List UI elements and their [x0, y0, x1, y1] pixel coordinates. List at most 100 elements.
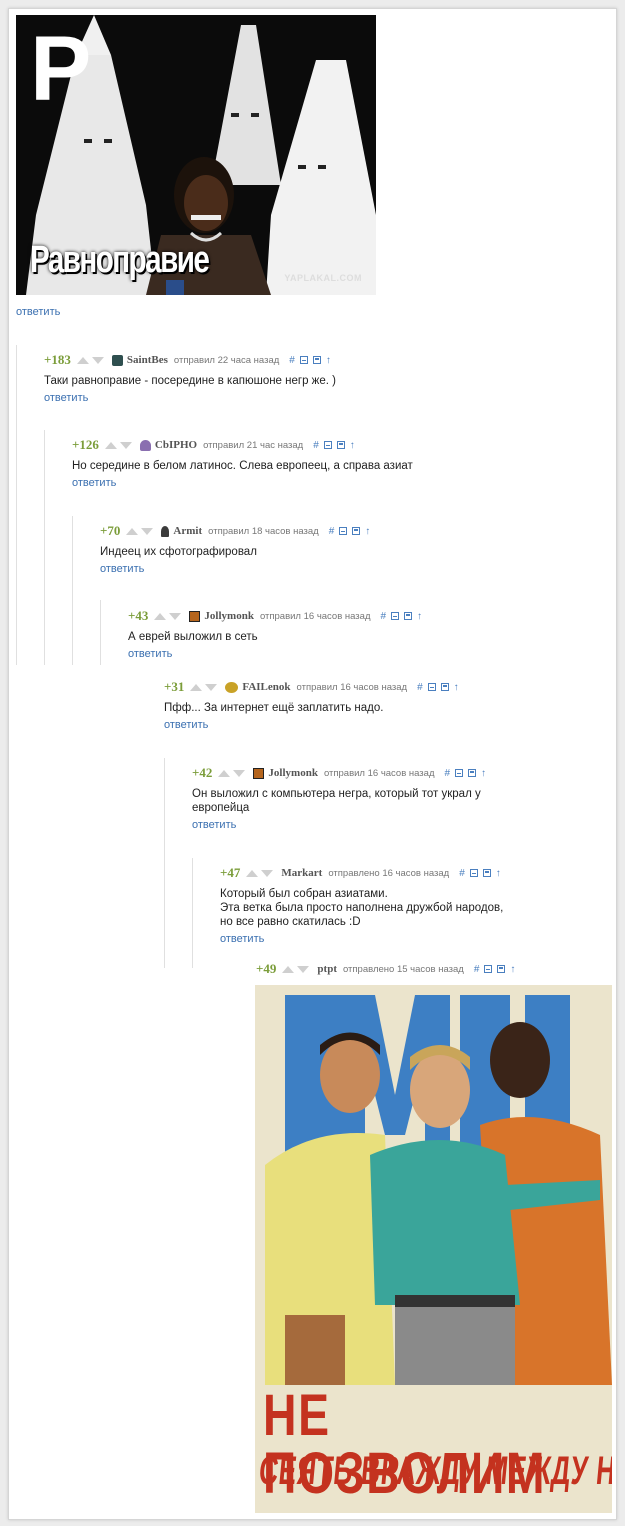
avatar	[139, 439, 151, 451]
comment-time: отправлено 15 часов назад	[342, 963, 464, 975]
thread-line	[16, 345, 17, 665]
collapse-icon[interactable]	[299, 356, 308, 364]
collapse-icon[interactable]	[427, 683, 436, 691]
save-icon[interactable]	[468, 769, 477, 777]
parent-arrow-icon[interactable]: ↑	[365, 526, 370, 537]
thread-line	[100, 600, 101, 665]
downvote-icon[interactable]	[141, 527, 154, 535]
avatar	[111, 354, 123, 366]
downvote-icon[interactable]	[169, 612, 182, 620]
post-reply-link[interactable]: ответить	[16, 306, 60, 318]
permalink-icon[interactable]: #	[329, 526, 335, 537]
permalink-icon[interactable]: #	[459, 868, 465, 879]
image-watermark: YAPLAKAL.COM	[284, 273, 362, 283]
comment-text: Таки равноправие - посередине в капюшоне…	[44, 375, 336, 387]
save-icon[interactable]	[440, 683, 449, 691]
parent-arrow-icon[interactable]: ↑	[496, 868, 501, 879]
thread-line	[72, 516, 73, 665]
comment-time: отправлено 16 часов назад	[328, 867, 450, 879]
thread-line	[192, 858, 193, 968]
parent-arrow-icon[interactable]: ↑	[326, 355, 331, 366]
thread-line	[164, 758, 165, 968]
upvote-icon[interactable]	[246, 869, 259, 877]
comment-author[interactable]: ptpt	[317, 963, 337, 975]
parent-arrow-icon[interactable]: ↑	[417, 611, 422, 622]
permalink-icon[interactable]: #	[474, 964, 480, 975]
permalink-icon[interactable]: #	[444, 768, 450, 779]
parent-arrow-icon[interactable]: ↑	[350, 440, 355, 451]
comment-reply-link[interactable]: ответить	[72, 477, 116, 489]
downvote-icon[interactable]	[91, 356, 104, 364]
comment-text: Пфф... За интернет ещё заплатить надо.	[164, 702, 384, 714]
comment: +70 Armit отправил 18 часов назад # ↑ Ин…	[100, 523, 370, 575]
downvote-icon[interactable]	[119, 441, 132, 449]
save-icon[interactable]	[352, 527, 361, 535]
downvote-icon[interactable]	[261, 869, 274, 877]
permalink-icon[interactable]: #	[380, 611, 386, 622]
comment-time: отправил 22 часа назад	[173, 354, 280, 366]
comment-rating: +42	[192, 765, 213, 780]
upvote-icon[interactable]	[126, 527, 139, 535]
comment-author[interactable]: Jollymonk	[268, 767, 318, 779]
save-icon[interactable]	[404, 612, 413, 620]
upvote-icon[interactable]	[218, 769, 231, 777]
comment-author[interactable]: CbIPHO	[155, 439, 197, 451]
collapse-icon[interactable]	[391, 612, 400, 620]
comment: +49 ptpt отправлено 15 часов назад # ↑	[256, 961, 515, 976]
comment-rating: +49	[256, 961, 277, 976]
downvote-icon[interactable]	[205, 683, 218, 691]
avatar	[253, 767, 265, 779]
comment-author[interactable]: Jollymonk	[204, 610, 254, 622]
comment-reply-link[interactable]: ответить	[220, 933, 264, 945]
permalink-icon[interactable]: #	[289, 355, 295, 366]
collapse-icon[interactable]	[469, 869, 478, 877]
comment-author[interactable]: FAILenok	[242, 681, 290, 693]
parent-arrow-icon[interactable]: ↑	[481, 768, 486, 779]
comment-reply-link[interactable]: ответить	[192, 819, 236, 831]
save-icon[interactable]	[312, 356, 321, 364]
save-icon[interactable]	[482, 869, 491, 877]
comment: +47 Markart отправлено 16 часов назад # …	[220, 865, 504, 945]
comment-time: отправил 18 часов назад	[208, 525, 319, 537]
comment-text: Который был собран азиатами. Эта ветка б…	[220, 888, 504, 928]
comment-rating: +183	[44, 352, 71, 367]
poster-image: НЕ ПОЗВОЛИМ СЕЯТЬ ВРАЖДУ МЕЖДУ НАРОДАМИ!	[255, 985, 612, 1513]
comment-reply-link[interactable]: ответить	[164, 719, 208, 731]
permalink-icon[interactable]: #	[417, 682, 423, 693]
save-icon[interactable]	[336, 441, 345, 449]
collapse-icon[interactable]	[339, 527, 348, 535]
comment: +42 Jollymonk отправил 16 часов назад # …	[192, 765, 486, 831]
upvote-icon[interactable]	[190, 683, 203, 691]
avatar	[161, 525, 170, 537]
downvote-icon[interactable]	[297, 965, 310, 973]
comment-rating: +43	[128, 608, 149, 623]
comment: +126 CbIPHO отправил 21 час назад # ↑ Но…	[72, 437, 413, 489]
comment: +43 Jollymonk отправил 16 часов назад # …	[128, 608, 422, 660]
collapse-icon[interactable]	[455, 769, 464, 777]
thread-line	[44, 430, 45, 665]
comment-reply-link[interactable]: ответить	[100, 563, 144, 575]
upvote-icon[interactable]	[104, 441, 117, 449]
upvote-icon[interactable]	[76, 356, 89, 364]
comment-reply-link[interactable]: ответить	[128, 648, 172, 660]
image-caption: Равноправие	[30, 239, 210, 281]
comment-rating: +47	[220, 865, 241, 880]
upvote-icon[interactable]	[154, 612, 167, 620]
permalink-icon[interactable]: #	[313, 440, 319, 451]
comment-reply-link[interactable]: ответить	[44, 392, 88, 404]
comment-author[interactable]: Markart	[281, 867, 322, 879]
upvote-icon[interactable]	[282, 965, 295, 973]
collapse-icon[interactable]	[323, 441, 332, 449]
comment-rating: +126	[72, 437, 99, 452]
collapse-icon[interactable]	[484, 965, 493, 973]
comment: +183 SaintBes отправил 22 часа назад # ↑…	[44, 352, 336, 404]
comment-author[interactable]: Armit	[173, 525, 202, 537]
comment-time: отправил 16 часов назад	[296, 681, 408, 693]
parent-arrow-icon[interactable]: ↑	[454, 682, 459, 693]
poster-subheadline: СЕЯТЬ ВРАЖДУ МЕЖДУ НАРОДАМИ!	[257, 1449, 612, 1493]
save-icon[interactable]	[497, 965, 506, 973]
parent-arrow-icon[interactable]: ↑	[510, 964, 515, 975]
meme-letter: Р	[30, 18, 92, 120]
comment-author[interactable]: SaintBes	[127, 354, 168, 366]
downvote-icon[interactable]	[233, 769, 246, 777]
